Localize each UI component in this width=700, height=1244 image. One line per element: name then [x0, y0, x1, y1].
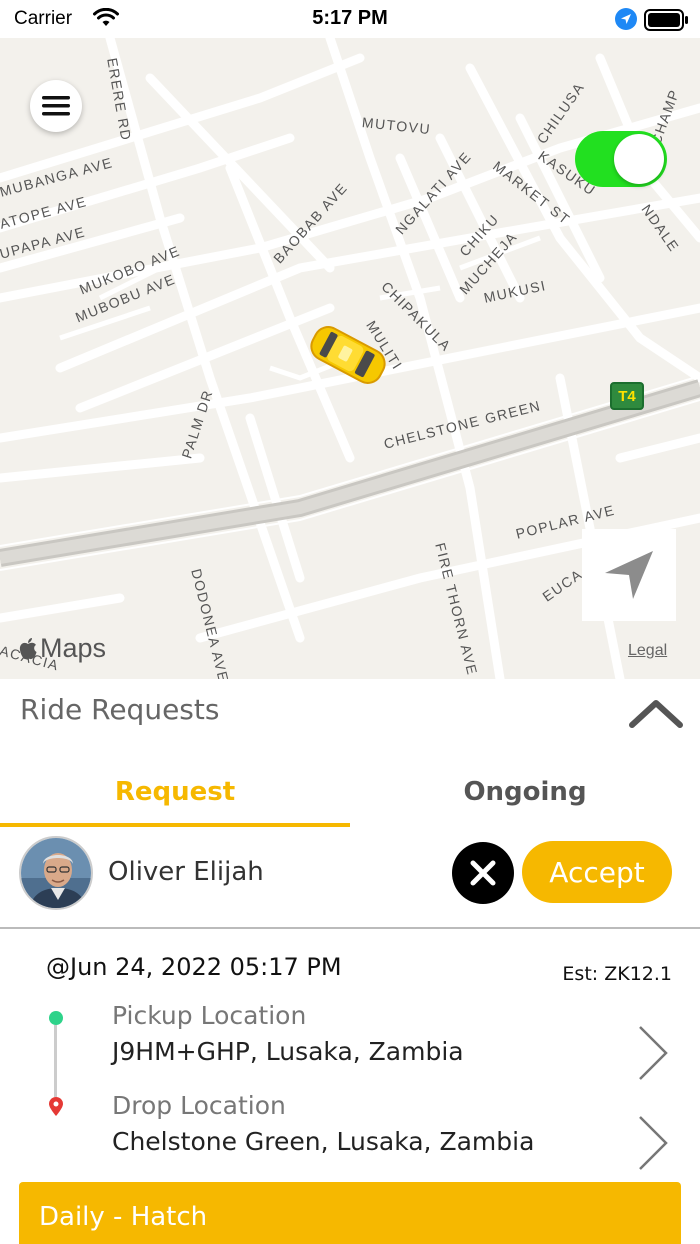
- close-icon: [470, 860, 496, 886]
- route-badge: T4: [610, 382, 644, 410]
- online-toggle[interactable]: [575, 131, 667, 187]
- accept-button[interactable]: Accept: [522, 841, 672, 903]
- ride-type-banner: Daily - Hatch: [19, 1182, 681, 1244]
- status-time: 5:17 PM: [312, 7, 388, 29]
- battery-icon: [644, 9, 690, 35]
- tab-request[interactable]: Request: [0, 759, 350, 825]
- drop-address: Chelstone Green, Lusaka, Zambia: [112, 1127, 535, 1156]
- location-arrow-icon: [614, 7, 638, 35]
- tab-ongoing[interactable]: Ongoing: [350, 759, 700, 825]
- sheet-title: Ride Requests: [20, 693, 220, 726]
- rider-row: Oliver Elijah Accept: [0, 827, 700, 929]
- chevron-right-icon[interactable]: [636, 1023, 670, 1083]
- trip-datetime: @Jun 24, 2022 05:17 PM: [46, 953, 342, 981]
- hamburger-icon: [42, 96, 70, 116]
- rider-name: Oliver Elijah: [108, 857, 264, 887]
- navigation-arrow-icon: [605, 551, 653, 599]
- route-connector: [54, 1025, 57, 1097]
- recenter-location-button[interactable]: [582, 529, 676, 621]
- chevron-right-icon[interactable]: [636, 1113, 670, 1173]
- request-tabs: Request Ongoing: [0, 759, 700, 827]
- pickup-address: J9HM+GHP, Lusaka, Zambia: [112, 1037, 464, 1066]
- ride-requests-sheet: Ride Requests Request Ongoing Oliver Eli…: [0, 679, 700, 1244]
- chevron-up-icon: [629, 700, 683, 728]
- legal-link[interactable]: Legal: [628, 642, 667, 660]
- apple-logo-icon: [19, 637, 37, 659]
- menu-button[interactable]: [30, 80, 82, 132]
- taxi-car-icon: [310, 326, 386, 384]
- status-bar: Carrier 5:17 PM: [0, 0, 700, 38]
- maps-label: Maps: [40, 633, 107, 663]
- drop-label: Drop Location: [112, 1091, 286, 1120]
- decline-button[interactable]: [452, 842, 514, 904]
- maps-logo: Maps: [18, 633, 106, 664]
- toggle-knob: [614, 134, 664, 184]
- map-view[interactable]: MUTOVU CHILUSA MUBANGA AVE ATOPE AVE UPA…: [0, 38, 700, 679]
- fare-estimate: Est: ZK12.1: [562, 963, 672, 985]
- drop-pin-icon: [49, 1097, 63, 1116]
- pickup-dot-icon: [49, 1011, 63, 1025]
- pickup-label: Pickup Location: [112, 1001, 307, 1030]
- avatar: [19, 836, 93, 910]
- collapse-button[interactable]: [628, 697, 684, 729]
